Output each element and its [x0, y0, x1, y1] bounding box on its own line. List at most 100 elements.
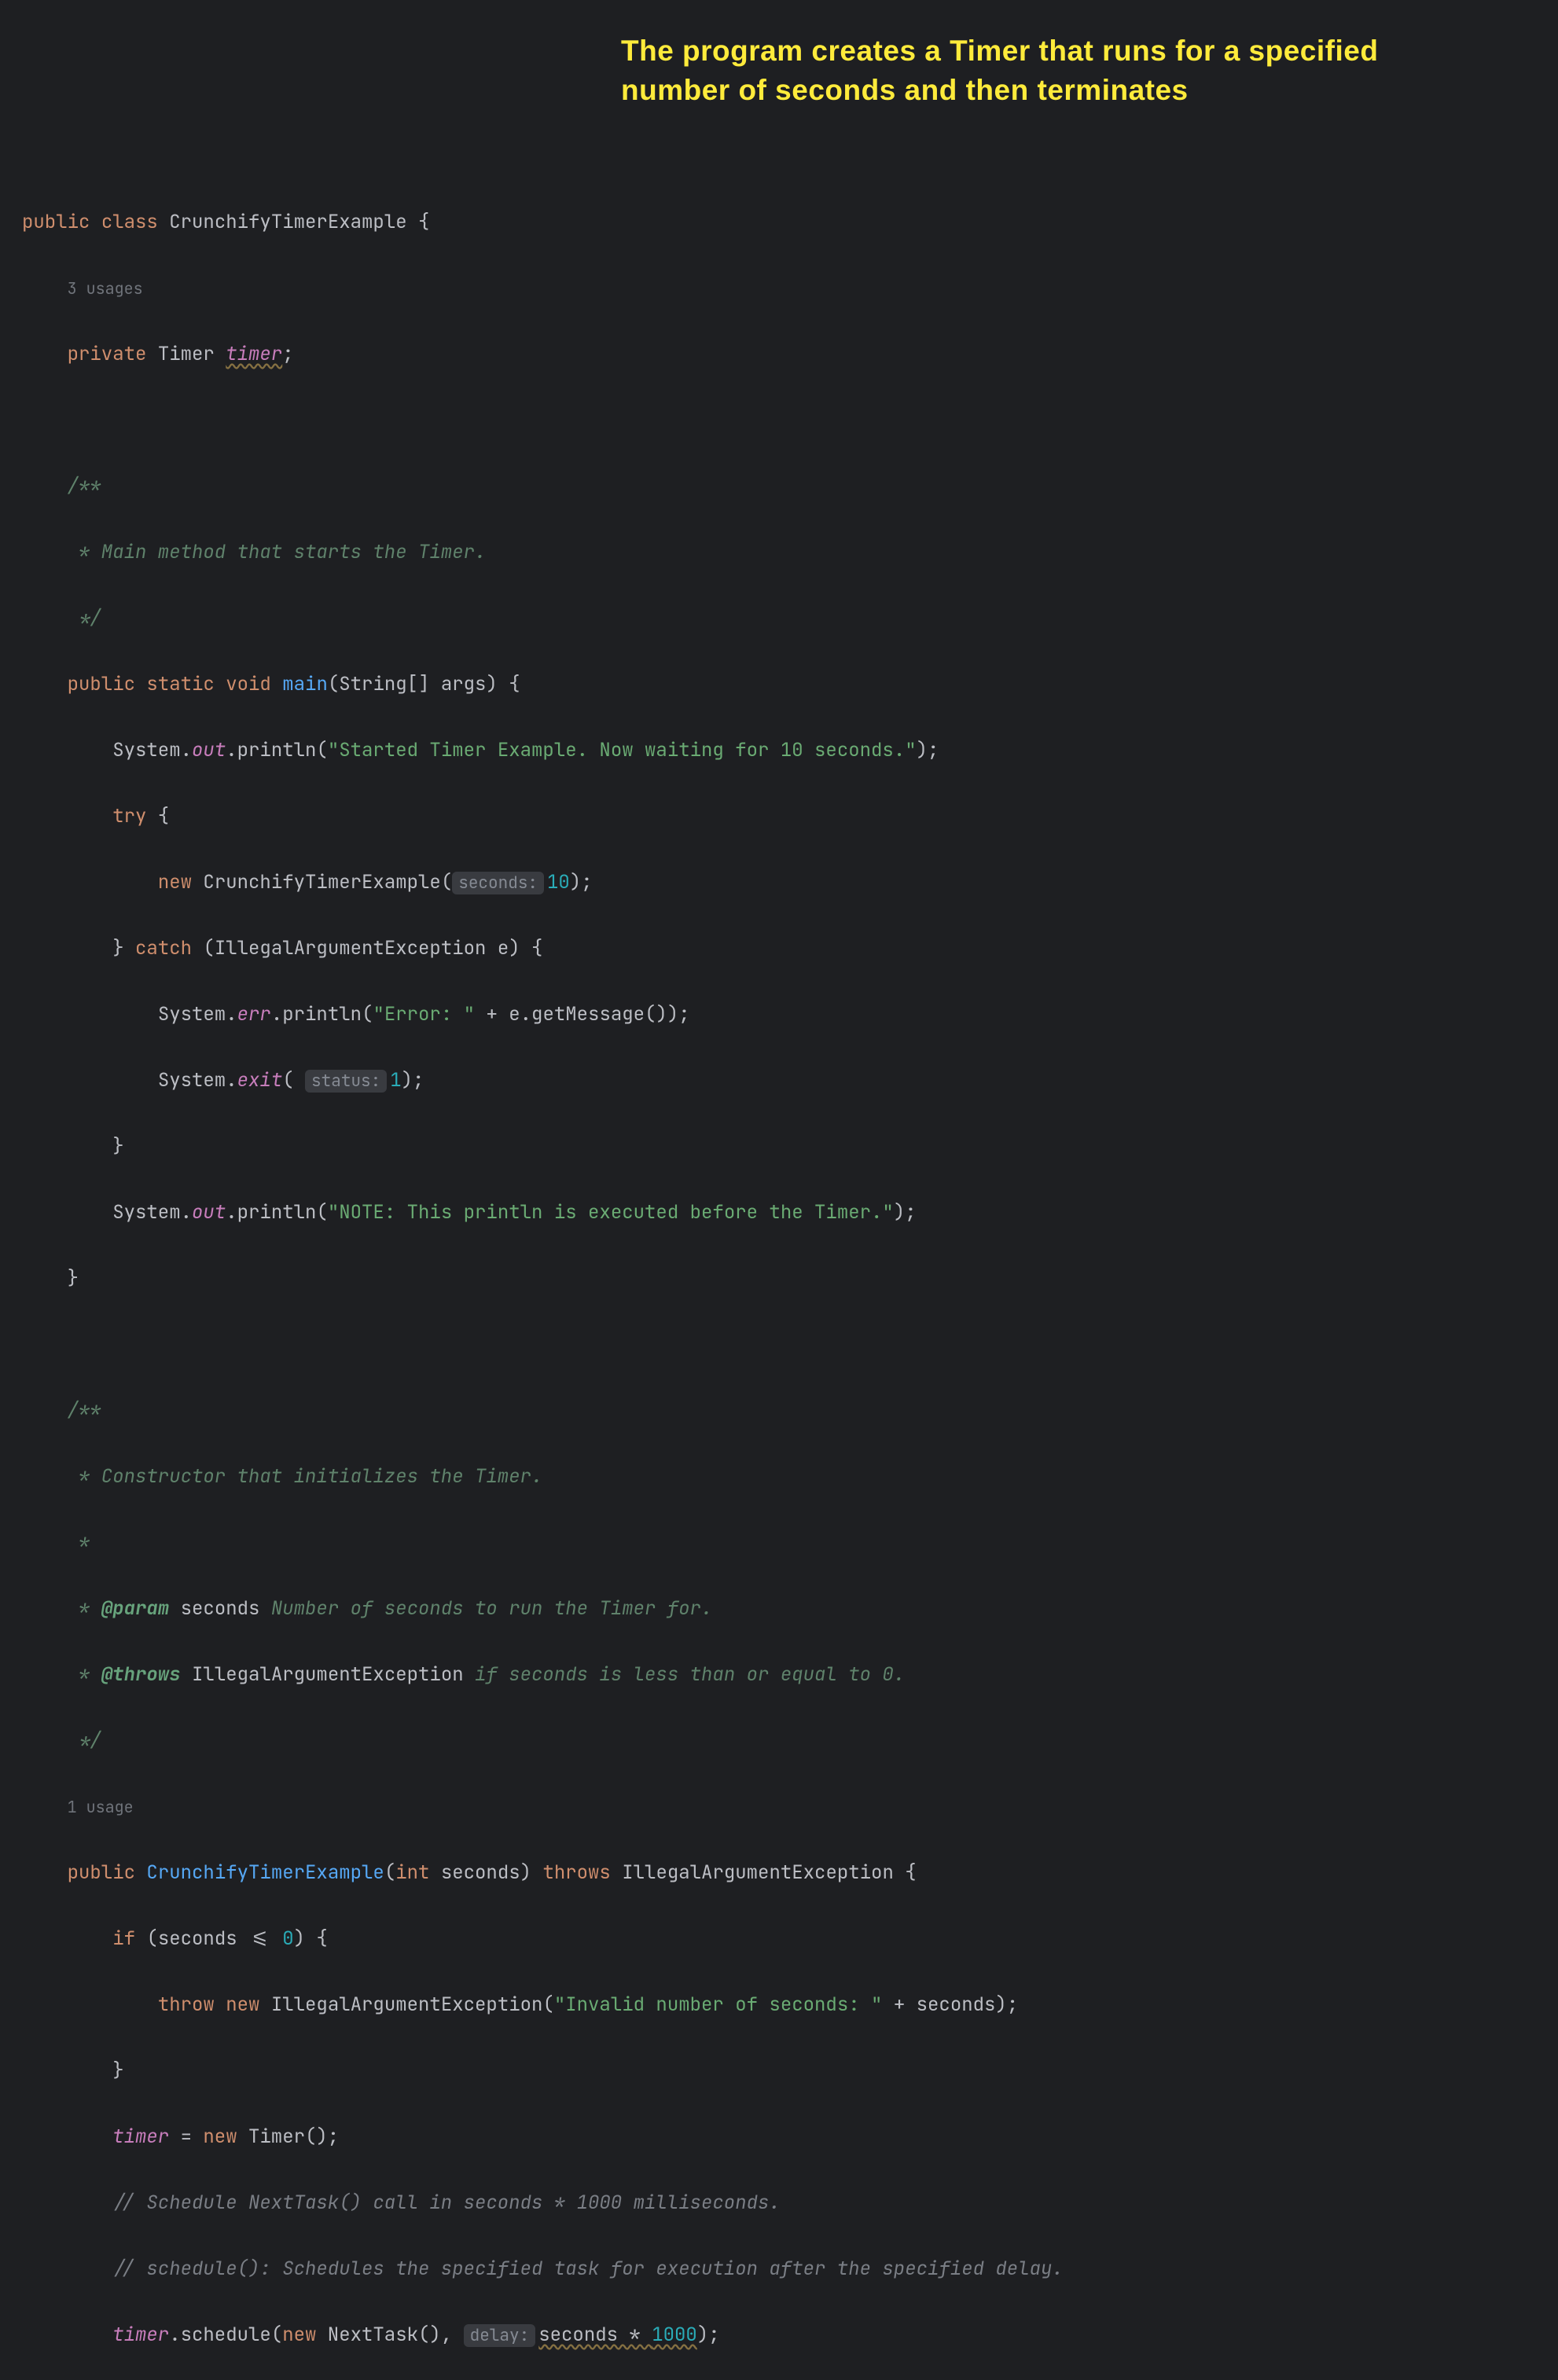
- method-call: .schedule(: [169, 2323, 282, 2347]
- string-lit: "Error: ": [373, 1002, 475, 1027]
- punc-close: }: [68, 1266, 79, 1291]
- code-line: timer.schedule(new NextTask(), delay:sec…: [0, 2319, 1558, 2352]
- javadoc-exc-name: IllegalArgumentException: [181, 1662, 464, 1687]
- string-lit: "Invalid number of seconds: ": [554, 1993, 883, 2017]
- out-ref: out: [192, 1200, 226, 1225]
- usage-hint-line[interactable]: 3 usages: [0, 272, 1558, 305]
- kw-new: new: [158, 870, 192, 894]
- punc-brace: {: [146, 804, 169, 828]
- method-call: .println(: [226, 738, 328, 762]
- punc-close: }: [112, 936, 135, 960]
- blank-line: [0, 1328, 1558, 1361]
- code-line: System.exit( status:1);: [0, 1064, 1558, 1097]
- field-ref: timer: [112, 2323, 169, 2347]
- code-line: throw new IllegalArgumentException("Inva…: [0, 1989, 1558, 2022]
- punc-end: );: [894, 1200, 917, 1225]
- punc-open: (: [282, 1068, 305, 1093]
- punc-end: );: [917, 738, 939, 762]
- code-line: try {: [0, 800, 1558, 833]
- javadoc-tag-throws: @throws: [101, 1662, 181, 1687]
- javadoc-text: *: [68, 1530, 90, 1555]
- inlay-hint[interactable]: seconds:: [452, 872, 544, 894]
- num-lit: 10: [547, 870, 570, 894]
- expr-rest: + seconds);: [882, 1993, 1018, 2017]
- expr-part: seconds *: [538, 2323, 652, 2347]
- inlay-hint[interactable]: status:: [305, 1070, 387, 1093]
- doc-line: */: [0, 602, 1558, 635]
- javadoc-star: *: [68, 1596, 101, 1621]
- javadoc-desc: Number of seconds to run the Timer for.: [259, 1596, 712, 1621]
- err-ref: err: [237, 1002, 271, 1027]
- annotation-overlay: The program creates a Timer that runs fo…: [621, 31, 1486, 110]
- code-line: public class CrunchifyTimerExample {: [0, 206, 1558, 239]
- code-line: } catch (IllegalArgumentException e) {: [0, 932, 1558, 965]
- sys-ref: System.: [112, 738, 192, 762]
- punc-end: );: [697, 2323, 720, 2347]
- code-line: if (seconds <= 0) {: [0, 1923, 1558, 1956]
- javadoc-open: /**: [68, 474, 101, 498]
- type-ref: Timer: [146, 342, 226, 366]
- catch-sig: (IllegalArgumentException e) {: [192, 936, 542, 960]
- doc-line: */: [0, 1724, 1558, 1757]
- code-line: public static void main(String[] args) {: [0, 668, 1558, 701]
- doc-line: * @throws IllegalArgumentException if se…: [0, 1658, 1558, 1691]
- javadoc-desc: if seconds is less than or equal to 0.: [464, 1662, 906, 1687]
- kw-private: private: [68, 342, 147, 366]
- comment-line: // schedule(): Schedules the specified t…: [0, 2253, 1558, 2286]
- code-line: new CrunchifyTimerExample(seconds:10);: [0, 866, 1558, 899]
- kw-void: void: [226, 672, 271, 696]
- kw-catch: catch: [135, 936, 192, 960]
- comment-line: // Schedule NextTask() call in seconds *…: [0, 2187, 1558, 2220]
- doc-line: /**: [0, 1394, 1558, 1427]
- kw-new: new: [282, 2323, 316, 2347]
- usage-hint-line[interactable]: 1 usage: [0, 1791, 1558, 1824]
- code-line: public CrunchifyTimerExample(int seconds…: [0, 1857, 1558, 1890]
- kw-class: class: [101, 210, 158, 234]
- kw-new: new: [215, 1993, 260, 2017]
- usage-count[interactable]: 1 usage: [68, 1797, 134, 1817]
- javadoc-open: /**: [68, 1398, 101, 1423]
- punc-semi: ;: [282, 342, 293, 366]
- out-ref: out: [192, 738, 226, 762]
- expr-rest: + e.getMessage());: [475, 1002, 690, 1027]
- doc-line: * Main method that starts the Timer.: [0, 536, 1558, 569]
- punc-brace: {: [407, 210, 430, 234]
- punc-close: }: [112, 1134, 123, 1159]
- punc-open: (: [384, 1860, 395, 1885]
- doc-line: * Constructor that initializes the Timer…: [0, 1460, 1558, 1493]
- expr-wavy: seconds * 1000: [538, 2323, 697, 2347]
- ctor-call: NextTask(),: [316, 2323, 463, 2347]
- method-call: .println(: [271, 1002, 373, 1027]
- kw-int: int: [395, 1860, 429, 1885]
- punc-end: );: [570, 870, 593, 894]
- kw-throw: throw: [158, 1993, 215, 2017]
- code-line: System.out.println("NOTE: This println i…: [0, 1196, 1558, 1229]
- kw-public: public: [22, 210, 90, 234]
- ctor-name: CrunchifyTimerExample: [146, 1860, 384, 1885]
- kw-public: public: [68, 1860, 135, 1885]
- code-line: timer = new Timer();: [0, 2121, 1558, 2154]
- doc-line: *: [0, 1526, 1558, 1559]
- comment-text: // schedule(): Schedules the specified t…: [112, 2257, 1064, 2281]
- sys-ref: System.: [112, 1200, 192, 1225]
- javadoc-star: *: [68, 1662, 101, 1687]
- usage-count[interactable]: 3 usages: [68, 278, 143, 299]
- method-sig: (String[] args) {: [328, 672, 520, 696]
- inlay-hint[interactable]: delay:: [464, 2324, 536, 2347]
- num-lit: 1: [390, 1068, 401, 1093]
- comment-text: // Schedule NextTask() call in seconds *…: [112, 2191, 781, 2215]
- param-name: seconds): [429, 1860, 542, 1885]
- string-lit: "Started Timer Example. Now waiting for …: [328, 738, 917, 762]
- exc-ctor: IllegalArgumentException(: [259, 1993, 553, 2017]
- num-lit: 1000: [652, 2323, 697, 2347]
- javadoc-text: * Constructor that initializes the Timer…: [68, 1464, 543, 1489]
- doc-line: /**: [0, 470, 1558, 503]
- ctor-call: CrunchifyTimerExample(: [192, 870, 452, 894]
- code-line: }: [0, 2055, 1558, 2088]
- field-ref: timer: [112, 2125, 169, 2149]
- code-line: private Timer timer;: [0, 338, 1558, 371]
- javadoc-tag-param: @param: [101, 1596, 169, 1621]
- exc-ref: IllegalArgumentException {: [611, 1860, 917, 1885]
- kw-static: static: [146, 672, 214, 696]
- punc-close: }: [112, 2059, 123, 2083]
